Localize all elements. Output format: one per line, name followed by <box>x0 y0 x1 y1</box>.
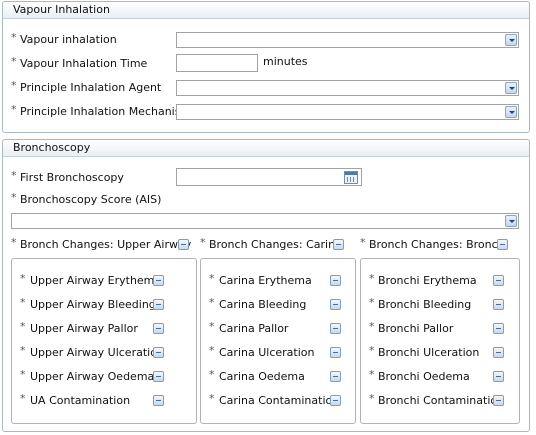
carina-header: Bronch Changes: Carina <box>209 238 342 251</box>
list-item: Upper Airway Erythema <box>30 274 162 287</box>
inhalation-agent-select[interactable] <box>176 80 519 96</box>
required-marker: * <box>369 320 375 333</box>
lookup-icon[interactable] <box>330 347 341 358</box>
chevron-down-icon[interactable] <box>505 106 517 118</box>
chevron-down-icon[interactable] <box>505 82 517 94</box>
required-marker: * <box>369 344 375 357</box>
list-item: Upper Airway Bleeding <box>30 298 156 311</box>
bronchoscopy-score-select[interactable] <box>11 213 519 229</box>
required-marker: * <box>209 296 215 309</box>
required-marker: * <box>209 272 215 285</box>
required-marker: * <box>369 392 375 405</box>
carina-lookup-icon[interactable] <box>333 239 344 250</box>
bronchi-lookup-icon[interactable] <box>497 239 508 250</box>
required-marker: * <box>369 368 375 381</box>
bronchoscopy-score-label: Bronchoscopy Score (AIS) <box>20 193 162 206</box>
required-marker: * <box>11 79 17 92</box>
lookup-icon[interactable] <box>493 299 504 310</box>
inhalation-time-label: Vapour Inhalation Time <box>20 57 148 70</box>
inhalation-agent-label: Principle Inhalation Agent <box>20 81 162 94</box>
required-marker: * <box>20 272 26 285</box>
list-item: Carina Bleeding <box>219 298 307 311</box>
bronchi-header: Bronch Changes: Bronchi <box>369 238 508 251</box>
required-marker: * <box>20 368 26 381</box>
list-item: Carina Erythema <box>219 274 312 287</box>
required-marker: * <box>369 296 375 309</box>
lookup-icon[interactable] <box>330 299 341 310</box>
inhalation-mechanism-label: Principle Inhalation Mechanism <box>20 105 192 118</box>
chevron-down-icon[interactable] <box>505 215 517 227</box>
required-marker: * <box>209 368 215 381</box>
list-item: Bronchi Ulceration <box>378 346 480 359</box>
list-item: Bronchi Oedema <box>378 370 470 383</box>
lookup-icon[interactable] <box>153 347 164 358</box>
lookup-icon[interactable] <box>330 395 341 406</box>
first-bronchoscopy-date-input[interactable] <box>176 168 362 186</box>
required-marker: * <box>20 344 26 357</box>
required-marker: * <box>20 392 26 405</box>
lookup-icon[interactable] <box>493 275 504 286</box>
list-item: Bronchi Bleeding <box>378 298 472 311</box>
vapour-inhalation-title: Vapour Inhalation <box>3 2 529 19</box>
inhalation-mechanism-select[interactable] <box>176 104 519 120</box>
vapour-inhalation-label: Vapour inhalation <box>20 33 117 46</box>
required-marker: * <box>11 103 17 116</box>
lookup-icon[interactable] <box>493 371 504 382</box>
list-item: Carina Oedema <box>219 370 305 383</box>
required-marker: * <box>11 31 17 44</box>
lookup-icon[interactable] <box>330 371 341 382</box>
list-item: Upper Airway Ulceration <box>30 346 164 359</box>
lookup-icon[interactable] <box>493 395 504 406</box>
lookup-icon[interactable] <box>330 323 341 334</box>
required-marker: * <box>209 344 215 357</box>
lookup-icon[interactable] <box>330 275 341 286</box>
required-marker: * <box>11 236 17 249</box>
list-item: Upper Airway Pallor <box>30 322 138 335</box>
chevron-down-icon[interactable] <box>505 34 517 46</box>
calendar-icon[interactable] <box>344 171 358 184</box>
upper-airway-lookup-icon[interactable] <box>178 239 189 250</box>
required-marker: * <box>11 55 17 68</box>
required-marker: * <box>20 296 26 309</box>
required-marker: * <box>11 169 17 182</box>
required-marker: * <box>369 272 375 285</box>
lookup-icon[interactable] <box>153 323 164 334</box>
list-item: UA Contamination <box>30 394 131 407</box>
inhalation-time-input[interactable] <box>176 54 258 72</box>
bronchoscopy-title: Bronchoscopy <box>3 140 529 157</box>
required-marker: * <box>11 191 17 204</box>
lookup-icon[interactable] <box>153 275 164 286</box>
required-marker: * <box>360 236 366 249</box>
required-marker: * <box>209 392 215 405</box>
lookup-icon[interactable] <box>153 395 164 406</box>
required-marker: * <box>209 320 215 333</box>
list-item: Bronchi Pallor <box>378 322 454 335</box>
list-item: Carina Ulceration <box>219 346 315 359</box>
list-item: Carina Pallor <box>219 322 289 335</box>
lookup-icon[interactable] <box>153 371 164 382</box>
list-item: Bronchi Erythema <box>378 274 477 287</box>
required-marker: * <box>200 236 206 249</box>
first-bronchoscopy-label: First Bronchoscopy <box>20 171 124 184</box>
required-marker: * <box>20 320 26 333</box>
lookup-icon[interactable] <box>493 347 504 358</box>
lookup-icon[interactable] <box>153 299 164 310</box>
list-item: Carina Contamination <box>219 394 340 407</box>
list-item: Bronchi Contamination <box>378 394 505 407</box>
vapour-inhalation-select[interactable] <box>176 32 519 48</box>
list-item: Upper Airway Oedema <box>30 370 155 383</box>
upper-airway-header: Bronch Changes: Upper Airway <box>20 238 192 251</box>
lookup-icon[interactable] <box>493 323 504 334</box>
minutes-label: minutes <box>263 55 308 68</box>
